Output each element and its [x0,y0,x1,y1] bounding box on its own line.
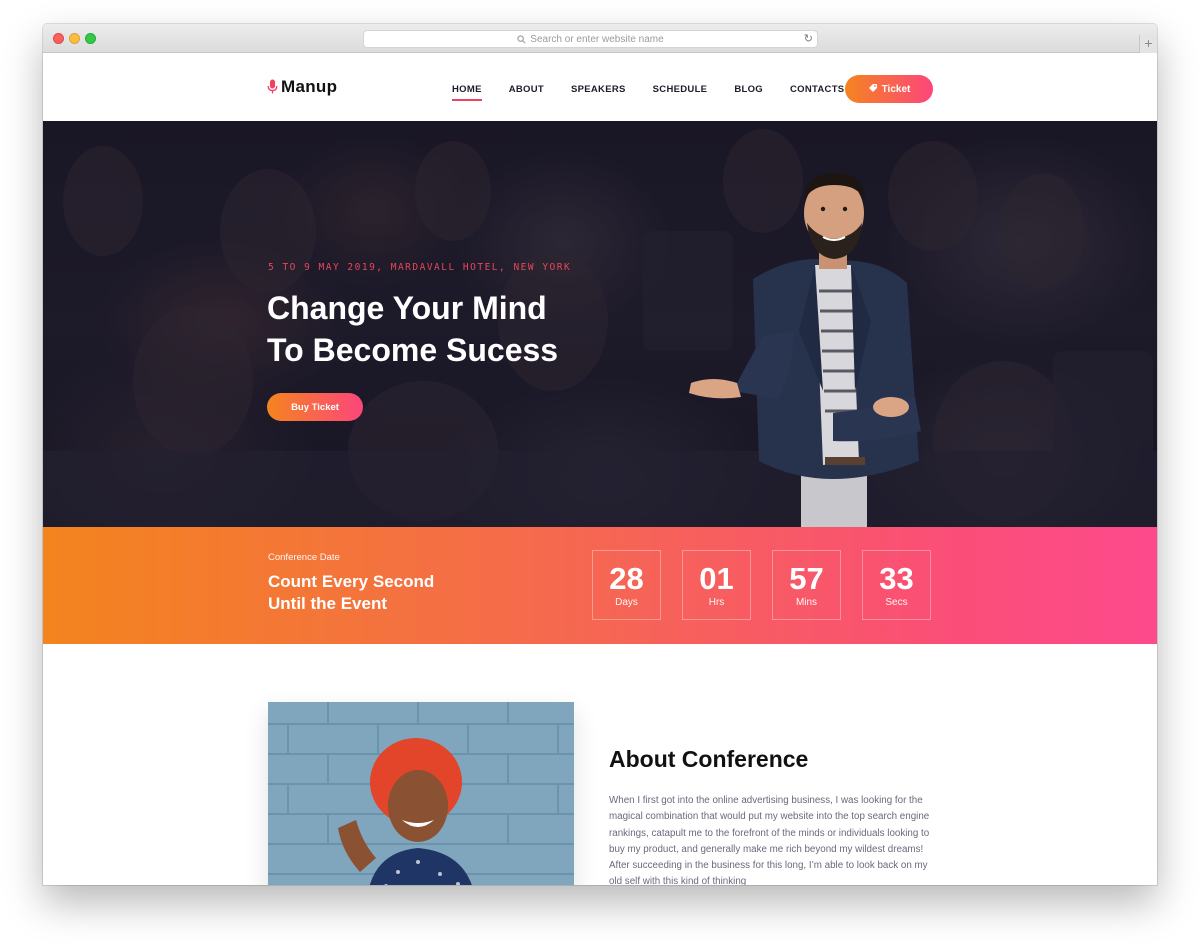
buy-ticket-button[interactable]: Buy Ticket [267,393,363,421]
countdown-title-line-2: Until the Event [268,594,388,613]
address-placeholder: Search or enter website name [530,33,664,45]
new-tab-icon[interactable]: + [1139,35,1157,53]
site-header: Manup HOME ABOUT SPEAKERS SCHEDULE BLOG … [43,53,1157,121]
nav-speakers[interactable]: SPEAKERS [571,84,626,95]
countdown-unit-label: Hrs [708,596,725,608]
hero-title-line-2: To Become Sucess [267,332,559,368]
countdown-hours: 01 Hrs [682,550,751,620]
nav-home[interactable]: HOME [452,84,482,101]
countdown-unit-label: Mins [795,596,818,608]
about-section: About Conference When I first got into t… [43,644,1157,885]
nav-schedule[interactable]: SCHEDULE [653,84,708,95]
reload-icon[interactable]: ↻ [804,33,813,45]
countdown-value: 01 [699,560,734,596]
close-window-button[interactable] [53,33,64,44]
countdown-unit-label: Secs [885,596,908,608]
countdown-value: 28 [609,560,644,596]
countdown-unit-label: Days [615,596,638,608]
nav-contacts[interactable]: CONTACTS [790,84,844,95]
ticket-button-label: Ticket [881,83,911,95]
site-logo[interactable]: Manup [267,77,337,97]
countdown-title: Count Every Second Until the Event [268,571,488,615]
microphone-icon [267,79,278,95]
main-nav: HOME ABOUT SPEAKERS SCHEDULE BLOG CONTAC… [452,84,871,101]
browser-toolbar: Search or enter website name ↻ + [43,24,1157,53]
nav-blog[interactable]: BLOG [734,84,763,95]
site-name: Manup [281,77,338,96]
ticket-icon [868,83,878,96]
about-body: When I first got into the online adverti… [609,795,930,885]
page: Manup HOME ABOUT SPEAKERS SCHEDULE BLOG … [43,53,1157,885]
about-image [268,702,574,885]
maximize-window-button[interactable] [85,33,96,44]
about-title: About Conference [609,746,809,772]
address-bar[interactable]: Search or enter website name ↻ [363,30,818,48]
countdown-section: Conference Date Count Every Second Until… [43,527,1157,644]
hero-title-line-1: Change Your Mind [267,290,547,326]
nav-about[interactable]: ABOUT [509,84,544,95]
minimize-window-button[interactable] [69,33,80,44]
countdown-minutes: 57 Mins [772,550,841,620]
hero-section: 5 TO 9 MAY 2019, MARDAVALL HOTEL, NEW YO… [43,121,1157,527]
countdown-timer: 28 Days 01 Hrs 57 Mins 33 Secs [592,550,931,620]
countdown-value: 57 [789,560,824,596]
browser-window: Search or enter website name ↻ + Manup H… [43,24,1157,885]
search-icon [517,34,526,44]
speaker-photo [689,173,921,527]
countdown-days: 28 Days [592,550,661,620]
event-date-location: 5 TO 9 MAY 2019, MARDAVALL HOTEL, NEW YO… [268,262,572,273]
countdown-value: 33 [879,560,914,596]
countdown-title-line-1: Count Every Second [268,572,435,591]
countdown-kicker: Conference Date [268,552,340,563]
ticket-button[interactable]: Ticket [845,75,933,103]
hero-title: Change Your Mind To Become Sucess [267,287,667,371]
countdown-seconds: 33 Secs [862,550,931,620]
